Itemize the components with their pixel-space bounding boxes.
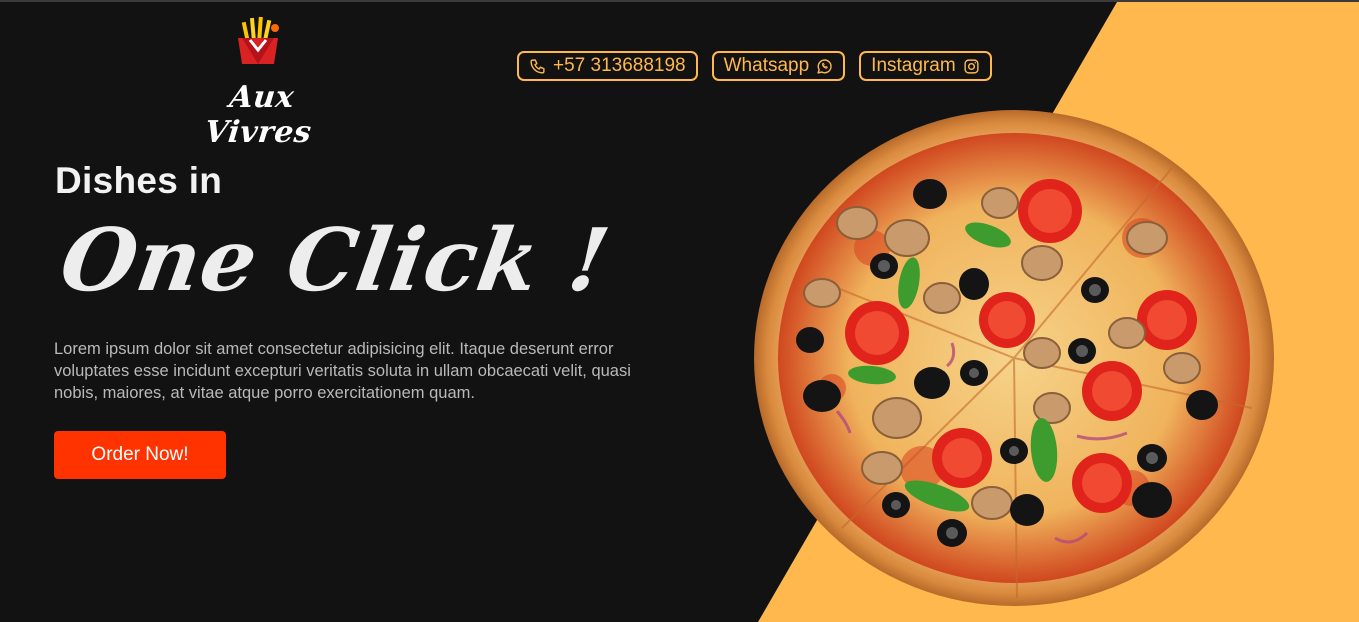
order-now-button[interactable]: Order Now! [54, 431, 226, 479]
phone-label: +57 313688198 [553, 55, 686, 76]
pizza-image [754, 110, 1274, 606]
instagram-button[interactable]: Instagram [859, 51, 992, 81]
top-border [0, 0, 1359, 2]
instagram-label: Instagram [871, 55, 956, 76]
brand-name: Aux Vivres [203, 80, 314, 150]
whatsapp-label: Whatsapp [723, 55, 810, 76]
hero-description: Lorem ipsum dolor sit amet consectetur a… [54, 340, 631, 402]
hero-tagline: One Click ! [54, 210, 617, 311]
brand-logo[interactable]: Aux Vivres [180, 14, 340, 150]
whatsapp-button[interactable]: Whatsapp [711, 51, 846, 81]
whatsapp-icon [817, 58, 832, 74]
fries-logo-icon [238, 16, 279, 64]
phone-button[interactable]: +57 313688198 [517, 51, 698, 81]
hero-title: Dishes in [55, 160, 223, 201]
phone-icon [530, 58, 545, 74]
instagram-icon [964, 58, 979, 74]
contact-links: +57 313688198 Whatsapp Instagram [517, 51, 992, 81]
